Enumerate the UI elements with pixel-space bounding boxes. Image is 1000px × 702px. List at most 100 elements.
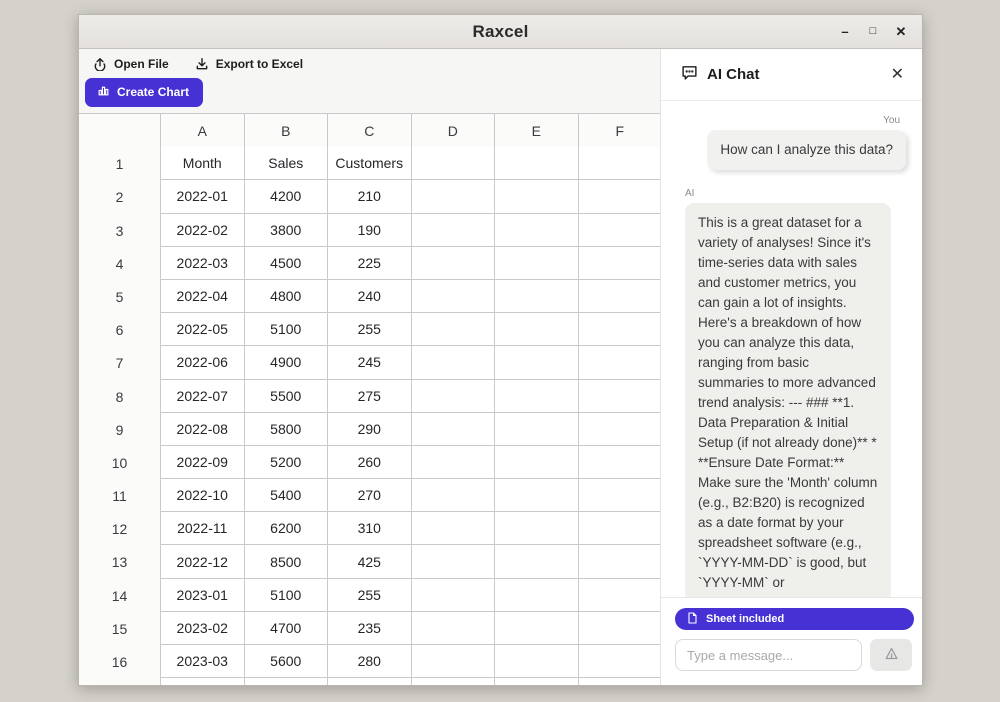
cell[interactable] (412, 313, 496, 346)
cell[interactable] (412, 512, 496, 545)
column-header-C[interactable]: C (328, 114, 412, 149)
row-header-4[interactable]: 4 (79, 247, 161, 282)
cell[interactable] (161, 678, 245, 685)
cell[interactable] (412, 346, 496, 379)
cell[interactable] (579, 579, 661, 612)
column-header-F[interactable]: F (579, 114, 661, 149)
chat-message-input[interactable] (675, 639, 862, 671)
cell[interactable] (579, 346, 661, 379)
row-header-14[interactable]: 14 (79, 579, 161, 614)
cell[interactable]: 2022-03 (161, 247, 245, 280)
cell[interactable] (412, 612, 496, 645)
cell[interactable]: 210 (328, 180, 412, 213)
cell[interactable]: 245 (328, 346, 412, 379)
cell[interactable]: 5200 (245, 446, 329, 479)
cell[interactable] (495, 579, 579, 612)
cell[interactable] (579, 612, 661, 645)
cell[interactable] (328, 678, 412, 685)
row-header-7[interactable]: 7 (79, 346, 161, 381)
row-header-15[interactable]: 15 (79, 612, 161, 647)
row-header-5[interactable]: 5 (79, 280, 161, 315)
row-header-16[interactable]: 16 (79, 645, 161, 680)
cell[interactable] (579, 446, 661, 479)
cell[interactable]: 8500 (245, 545, 329, 578)
cell[interactable] (579, 545, 661, 578)
cell[interactable] (579, 247, 661, 280)
cell[interactable]: 2022-12 (161, 545, 245, 578)
cell[interactable] (495, 645, 579, 678)
cell[interactable] (495, 678, 579, 685)
cell[interactable] (412, 645, 496, 678)
cell[interactable] (495, 479, 579, 512)
cell[interactable] (412, 214, 496, 247)
cell[interactable]: 260 (328, 446, 412, 479)
cell[interactable]: 2022-09 (161, 446, 245, 479)
export-excel-button[interactable]: Export to Excel (195, 57, 303, 71)
cell[interactable]: 2022-05 (161, 313, 245, 346)
cell[interactable] (579, 479, 661, 512)
cell[interactable] (495, 313, 579, 346)
minimize-button[interactable]: – (838, 25, 852, 38)
cell[interactable] (579, 313, 661, 346)
cell[interactable] (495, 413, 579, 446)
cell[interactable]: 2022-07 (161, 380, 245, 413)
cell[interactable] (579, 214, 661, 247)
cell[interactable]: Month (161, 147, 245, 180)
cell[interactable] (412, 545, 496, 578)
cell[interactable] (495, 214, 579, 247)
cell[interactable]: 4800 (245, 280, 329, 313)
cell[interactable] (579, 380, 661, 413)
row-header-17[interactable] (79, 678, 161, 685)
cell[interactable]: 5100 (245, 579, 329, 612)
cell[interactable] (579, 413, 661, 446)
cell[interactable] (412, 413, 496, 446)
cell[interactable] (495, 545, 579, 578)
cell[interactable] (412, 446, 496, 479)
cell[interactable] (412, 280, 496, 313)
cell[interactable] (412, 380, 496, 413)
cell[interactable]: 310 (328, 512, 412, 545)
cell[interactable]: 4700 (245, 612, 329, 645)
cell[interactable] (579, 147, 661, 180)
row-header-9[interactable]: 9 (79, 413, 161, 448)
cell[interactable] (579, 678, 661, 685)
cell[interactable]: 190 (328, 214, 412, 247)
cell[interactable]: 2022-11 (161, 512, 245, 545)
row-header-1[interactable]: 1 (79, 147, 161, 182)
cell[interactable] (412, 247, 496, 280)
cell[interactable]: 2023-03 (161, 645, 245, 678)
row-header-2[interactable]: 2 (79, 180, 161, 215)
cell[interactable] (412, 678, 496, 685)
column-header-B[interactable]: B (245, 114, 329, 149)
cell[interactable] (495, 380, 579, 413)
corner-cell[interactable] (79, 114, 161, 149)
chat-close-button[interactable]: ✕ (891, 67, 904, 83)
column-header-D[interactable]: D (412, 114, 496, 149)
cell[interactable] (579, 180, 661, 213)
cell[interactable]: 2023-02 (161, 612, 245, 645)
open-file-button[interactable]: Open File (93, 57, 169, 71)
cell[interactable] (579, 512, 661, 545)
cell[interactable] (412, 479, 496, 512)
sheet-included-button[interactable]: Sheet included (675, 608, 914, 630)
cell[interactable]: 255 (328, 313, 412, 346)
cell[interactable]: 255 (328, 579, 412, 612)
cell[interactable] (495, 446, 579, 479)
maximize-button[interactable]: □ (866, 26, 880, 37)
cell[interactable]: 5500 (245, 380, 329, 413)
cell[interactable]: Customers (328, 147, 412, 180)
cell[interactable]: 275 (328, 380, 412, 413)
cell[interactable] (495, 612, 579, 645)
cell[interactable]: 4500 (245, 247, 329, 280)
cell[interactable]: 3800 (245, 214, 329, 247)
cell[interactable] (495, 346, 579, 379)
cell[interactable]: 5400 (245, 479, 329, 512)
row-header-11[interactable]: 11 (79, 479, 161, 514)
create-chart-button[interactable]: Create Chart (85, 78, 203, 107)
row-header-3[interactable]: 3 (79, 214, 161, 249)
column-header-A[interactable]: A (161, 114, 245, 149)
cell[interactable]: 290 (328, 413, 412, 446)
cell[interactable]: 2022-04 (161, 280, 245, 313)
cell[interactable] (495, 280, 579, 313)
cell[interactable]: Sales (245, 147, 329, 180)
